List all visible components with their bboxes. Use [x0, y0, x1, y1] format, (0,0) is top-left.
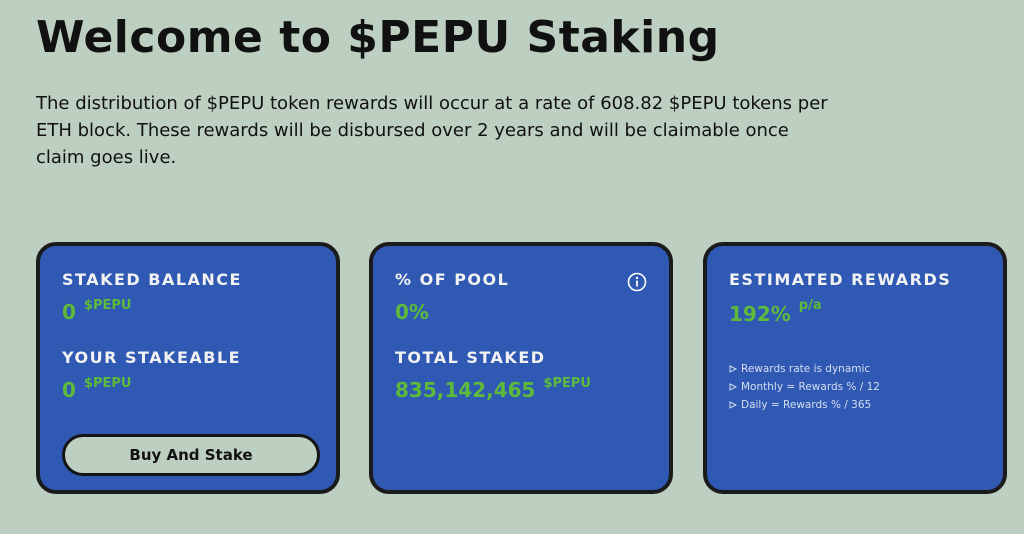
- stakeable-value: 0 $PEPU: [62, 376, 132, 402]
- pool-percent-amount: 0%: [395, 300, 429, 324]
- total-staked-amount: 835,142,465: [395, 378, 536, 402]
- rewards-note: Daily = Rewards % / 365: [741, 399, 872, 411]
- triangle-bullet-icon: [729, 383, 737, 391]
- staked-balance-label: STAKED BALANCE: [62, 270, 242, 289]
- rewards-note: Monthly = Rewards % / 12: [741, 381, 880, 393]
- staked-balance-unit: $PEPU: [83, 298, 132, 313]
- list-item: Monthly = Rewards % / 12: [729, 378, 880, 396]
- list-item: Rewards rate is dynamic: [729, 360, 880, 378]
- staked-balance-amount: 0: [62, 300, 76, 324]
- list-item: Daily = Rewards % / 365: [729, 396, 880, 414]
- estimated-rewards-unit: p/a: [798, 298, 822, 313]
- total-staked-label: TOTAL STAKED: [395, 348, 546, 367]
- rewards-notes-list: Rewards rate is dynamic Monthly = Reward…: [729, 360, 880, 414]
- total-staked-unit: $PEPU: [543, 376, 591, 391]
- triangle-bullet-icon: [729, 401, 737, 409]
- stakeable-amount: 0: [62, 378, 76, 402]
- estimated-rewards-card: ESTIMATED REWARDS 192% p/a Rewards rate …: [703, 242, 1007, 494]
- stakeable-unit: $PEPU: [83, 376, 132, 391]
- triangle-bullet-icon: [729, 365, 737, 373]
- staked-balance-value: 0 $PEPU: [62, 298, 132, 324]
- pool-percent-label: % OF POOL: [395, 270, 510, 289]
- estimated-rewards-label: ESTIMATED REWARDS: [729, 270, 952, 289]
- estimated-rewards-amount: 192%: [729, 302, 791, 326]
- intro-text: The distribution of $PEPU token rewards …: [36, 93, 828, 168]
- estimated-rewards-value: 192% p/a: [729, 298, 822, 326]
- pool-percent-value: 0%: [395, 300, 429, 324]
- buy-and-stake-button[interactable]: Buy And Stake: [62, 434, 320, 476]
- stakeable-label: YOUR STAKEABLE: [62, 348, 242, 367]
- info-icon[interactable]: [627, 272, 647, 292]
- rewards-note: Rewards rate is dynamic: [741, 363, 871, 375]
- total-staked-value: 835,142,465 $PEPU: [395, 376, 591, 402]
- staked-balance-card: STAKED BALANCE 0 $PEPU YOUR STAKEABLE 0 …: [36, 242, 340, 494]
- pool-card: % OF POOL 0% TOTAL STAKED 835,142,465 $P…: [369, 242, 673, 494]
- page-title: Welcome to $PEPU Staking: [36, 12, 720, 63]
